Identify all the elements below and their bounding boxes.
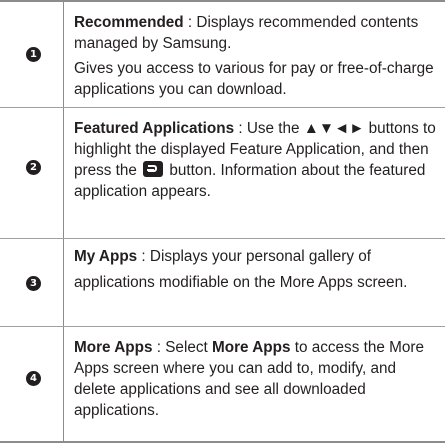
description-paragraph: My Apps : Displays your personal gallery…	[74, 244, 437, 296]
feature-table: 1 Recommended : Displays recommended con…	[0, 0, 445, 443]
description-cell: Recommended : Displays recommended conte…	[64, 2, 445, 107]
item-title: Recommended	[74, 14, 184, 31]
item-title-inline: More Apps	[212, 339, 291, 356]
item-title: My Apps	[74, 248, 138, 265]
item-text: : Use the	[234, 120, 304, 137]
description-paragraph: Recommended : Displays recommended conte…	[74, 12, 437, 54]
number-cell: 4	[0, 327, 64, 443]
description-paragraph: Gives you access to various for pay or f…	[74, 60, 434, 98]
item-text: : Select	[152, 339, 212, 356]
table-row: 2 Featured Applications : Use the ▲▼◄► b…	[0, 108, 445, 239]
arrow-buttons-glyphs: ▲▼◄►	[303, 120, 365, 137]
description-cell: Featured Applications : Use the ▲▼◄► but…	[64, 108, 445, 238]
item-title: More Apps	[74, 339, 153, 356]
item-title: Featured Applications	[74, 120, 235, 137]
table-row: 1 Recommended : Displays recommended con…	[0, 2, 445, 108]
description-paragraph: Featured Applications : Use the ▲▼◄► but…	[74, 118, 437, 202]
number-badge: 4	[26, 371, 41, 386]
description-paragraph: More Apps : Select More Apps to access t…	[74, 337, 437, 421]
number-badge: 2	[26, 160, 41, 175]
number-cell: 2	[0, 108, 64, 238]
enter-button-icon	[143, 161, 164, 177]
description-cell: My Apps : Displays your personal gallery…	[64, 239, 445, 326]
description-cell: More Apps : Select More Apps to access t…	[64, 327, 445, 443]
number-badge: 3	[26, 276, 41, 291]
number-cell: 1	[0, 2, 64, 107]
number-badge: 1	[26, 47, 41, 62]
table-row: 3 My Apps : Displays your personal galle…	[0, 239, 445, 327]
number-cell: 3	[0, 239, 64, 326]
table-row: 4 More Apps : Select More Apps to access…	[0, 327, 445, 443]
